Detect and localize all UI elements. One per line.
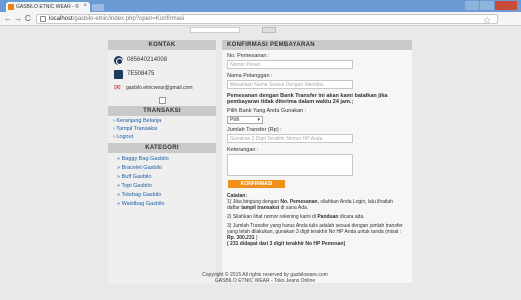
bookmark-star-icon[interactable]: ☆ <box>483 16 491 25</box>
nama-input[interactable]: Masukkan Nama Sesuai Dengan Identitas <box>227 80 353 89</box>
store-tagline: GASBILO ETNIC WEAR - Toko Jeans Online <box>214 278 316 284</box>
page-body: KONTAK 085640214008 7E508475 ✉ gasbilo.e… <box>0 27 521 300</box>
menu-logout[interactable]: Logout <box>108 133 216 141</box>
close-tab-icon[interactable]: × <box>83 3 87 9</box>
contact-bb: 7E508475 <box>108 67 216 81</box>
maximize-button[interactable] <box>480 1 494 10</box>
keterangan-label: Keterangan : <box>227 147 259 153</box>
submit-button[interactable]: KONFIRMASI PESANAN <box>228 180 285 195</box>
no-pemesanan-input[interactable]: Nomor Pesan <box>227 60 353 69</box>
browser-titlebar: GASBILO ETNIC WEAR - © × <box>0 0 521 12</box>
browser-tab[interactable]: GASBILO ETNIC WEAR - © × <box>6 2 90 12</box>
top-search-input[interactable] <box>190 27 240 33</box>
email-address: gasbilo.etnicwear@gmail.com <box>126 85 193 91</box>
form-title: KONFIRMASI PEMBAYARAN <box>222 40 412 50</box>
phone-number: 085640214008 <box>127 57 168 63</box>
cancel-notice: Pemesanan dengan Bank Transfer ini akan … <box>227 93 388 105</box>
category-item[interactable]: Bracelet Gasbilo <box>108 164 216 173</box>
minimize-button[interactable] <box>465 1 479 10</box>
catatan-note-1: 1) Jika bingung dengan No. Pemesanan, si… <box>227 199 393 211</box>
phone-icon <box>114 55 123 65</box>
contact-email: ✉ gasbilo.etnicwear@gmail.com <box>108 81 216 95</box>
blackberry-icon <box>114 69 123 79</box>
nama-label: Nama Pelanggan : <box>227 73 273 79</box>
address-bar[interactable]: localhost/gasbilo-etnic/index.php?open=K… <box>36 14 498 25</box>
transaksi-heading: TRANSAKSI <box>108 106 216 116</box>
transaksi-menu: Keranjang Belanja Tampil Transaksi Logou… <box>108 116 216 141</box>
browser-toolbar: ← → C localhost/gasbilo-etnic/index.php?… <box>0 12 521 26</box>
keterangan-textarea[interactable] <box>227 154 353 176</box>
bb-pin: 7E508475 <box>127 71 155 77</box>
kontak-heading: KONTAK <box>108 40 216 50</box>
category-item[interactable]: Buff Gasbilo <box>108 173 216 182</box>
url-host: localhost <box>49 16 73 22</box>
catatan-note-2: 2) Silahkan lihat nomor rekening kami di… <box>227 214 365 220</box>
bank-label: Pilih Bank Yang Anda Gunakan : <box>227 108 307 114</box>
window-controls <box>465 1 517 10</box>
category-item[interactable]: Totebag Gasbilo <box>108 191 216 200</box>
jumlah-label: Jumlah Transfer (Rp) : <box>227 127 282 133</box>
bank-select[interactable]: Pilih <box>227 116 263 124</box>
top-search-button[interactable] <box>262 27 276 33</box>
forward-arrow-icon[interactable]: → <box>14 14 22 23</box>
tab-title: GASBILO ETNIC WEAR - © <box>16 4 79 10</box>
back-arrow-icon[interactable]: ← <box>4 14 12 23</box>
url-path: /gasbilo-etnic/index.php?open=Konfirmasi <box>72 16 185 22</box>
menu-keranjang[interactable]: Keranjang Belanja <box>108 117 216 125</box>
close-window-button[interactable] <box>495 1 517 10</box>
gmail-icon: ✉ <box>114 83 121 92</box>
jumlah-input[interactable]: Gunakan 3 Digit Terakhir Nomor HP Anda <box>227 134 353 143</box>
contact-phone: 085640214008 <box>108 53 216 67</box>
category-item[interactable]: Baggy Bag Gasbilo <box>108 155 216 164</box>
payment-confirmation-panel: KONFIRMASI PEMBAYARAN No. Pemesanan : No… <box>222 40 412 283</box>
page-icon <box>40 16 46 22</box>
category-item[interactable]: Waistbag Gasbilo <box>108 200 216 209</box>
new-tab-button[interactable] <box>92 4 104 11</box>
category-item[interactable]: Topi Gasbilo <box>108 182 216 191</box>
favicon-icon <box>8 4 14 10</box>
reload-icon[interactable]: C <box>25 14 31 23</box>
catatan-note-3: 3) Jumlah Transfer yang harus Anda tulis… <box>227 223 403 247</box>
footer: Copyright © 2015 All rights reserved by … <box>180 272 350 284</box>
menu-tampil-transaksi[interactable]: Tampil Transaksi <box>108 125 216 133</box>
sidebar: KONTAK 085640214008 7E508475 ✉ gasbilo.e… <box>108 40 216 283</box>
broken-image-icon <box>158 97 166 104</box>
category-list: Baggy Bag Gasbilo Bracelet Gasbilo Buff … <box>108 153 216 209</box>
kategori-heading: KATEGORI <box>108 143 216 153</box>
no-pemesanan-label: No. Pemesanan : <box>227 53 270 59</box>
